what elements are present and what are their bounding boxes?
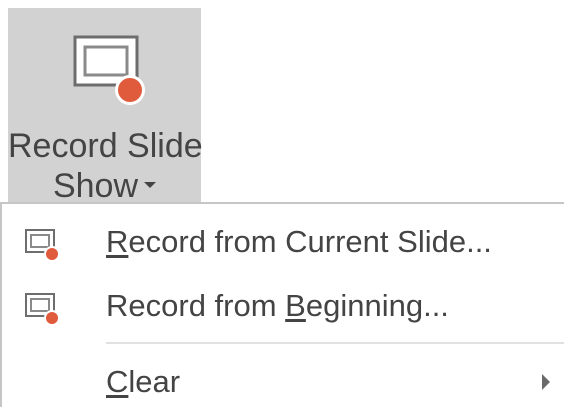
menu-item-label: Record from Current Slide...	[106, 224, 492, 259]
ribbon-label-line1: Record Slide	[8, 127, 203, 165]
record-slide-icon	[25, 293, 60, 326]
record-slide-show-button[interactable]: Record Slide Show	[8, 8, 203, 205]
access-key: R	[106, 224, 129, 259]
chevron-down-icon	[144, 182, 157, 189]
record-slide-icon	[25, 229, 60, 262]
ribbon-label-line2: Show	[8, 166, 201, 206]
menu-item-record-from-current-slide[interactable]: Record from Current Slide...	[2, 212, 564, 276]
menu-item-label: Clear	[106, 364, 181, 399]
dropdown-menu: Record from Current Slide... Record from…	[0, 202, 564, 407]
access-key: C	[106, 364, 129, 399]
record-slide-show-dropdown: Record Slide Show Record from Current Sl…	[0, 0, 564, 407]
ribbon-label-show: Show	[52, 167, 139, 205]
menu-item-record-from-beginning[interactable]: Record from Beginning...	[2, 276, 564, 340]
menu-item-label: Record from Beginning...	[106, 288, 449, 323]
access-key: B	[285, 288, 306, 323]
record-slide-show-icon	[73, 35, 145, 105]
submenu-arrow-icon	[542, 374, 550, 390]
menu-item-clear[interactable]: Clear	[2, 352, 564, 407]
menu-separator	[106, 342, 564, 344]
